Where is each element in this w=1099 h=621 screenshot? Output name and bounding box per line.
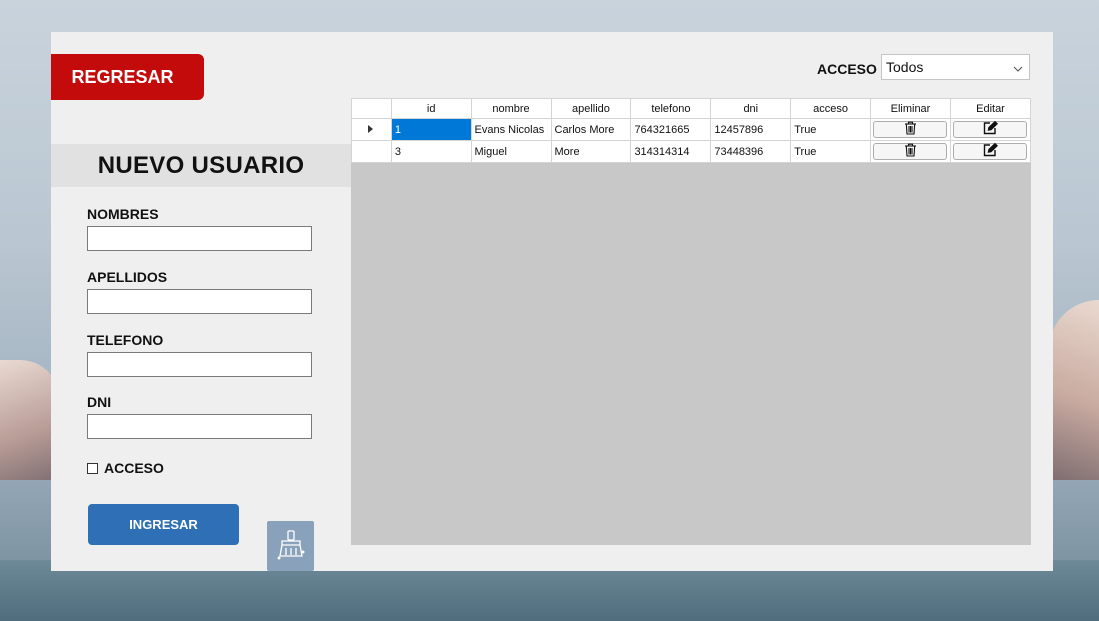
telefono-input[interactable] xyxy=(87,352,312,377)
cell-id[interactable]: 1 xyxy=(390,118,472,141)
cell-acceso[interactable]: True xyxy=(790,140,871,163)
column-header[interactable]: telefono xyxy=(630,98,712,119)
cell-eliminar xyxy=(870,118,951,141)
apellidos-label: APELLIDOS xyxy=(87,269,168,285)
acceso-filter-value: Todos xyxy=(886,59,924,75)
row-header-corner xyxy=(351,98,392,119)
form-title: NUEVO USUARIO xyxy=(97,151,305,179)
column-header[interactable]: Eliminar xyxy=(870,98,951,119)
acceso-filter-label: ACCESO xyxy=(817,61,877,77)
cell-dni[interactable]: 12457896 xyxy=(710,118,792,141)
acceso-checkbox-row[interactable]: ACCESO xyxy=(87,460,164,476)
edit-button[interactable] xyxy=(953,120,1028,138)
delete-button[interactable] xyxy=(873,143,948,160)
cell-nombre[interactable]: Miguel xyxy=(470,140,552,163)
clear-form-button[interactable] xyxy=(267,521,314,571)
table-row[interactable]: 1 Evans Nicolas Carlos More 764321665 12… xyxy=(351,118,1032,141)
cell-telefono[interactable]: 314314314 xyxy=(630,140,712,163)
column-header[interactable]: Editar xyxy=(949,98,1032,119)
cell-telefono[interactable]: 764321665 xyxy=(630,118,712,141)
acceso-filter-select[interactable]: Todos xyxy=(881,54,1030,80)
acceso-checkbox[interactable] xyxy=(87,462,98,474)
edit-button[interactable] xyxy=(953,142,1028,160)
dni-label: DNI xyxy=(87,394,112,410)
column-header[interactable]: id xyxy=(390,98,472,119)
table-row[interactable]: 3 Miguel More 314314314 73448396 True xyxy=(351,140,1032,163)
acceso-checkbox-label[interactable]: ACCESO xyxy=(104,460,164,476)
form-title-band: NUEVO USUARIO xyxy=(51,144,351,187)
trash-icon xyxy=(904,121,917,138)
nombres-input[interactable] xyxy=(87,226,312,251)
cell-id[interactable]: 3 xyxy=(390,140,472,163)
users-grid: id nombre apellido telefono dni acceso E… xyxy=(351,98,1032,545)
cell-acceso[interactable]: True xyxy=(790,118,871,141)
back-button[interactable]: REGRESAR xyxy=(51,54,204,100)
cell-apellido[interactable]: Carlos More xyxy=(550,118,632,141)
users-table: id nombre apellido telefono dni acceso E… xyxy=(351,98,1032,163)
column-header[interactable]: acceso xyxy=(790,98,871,119)
cell-eliminar xyxy=(870,140,951,163)
delete-button[interactable] xyxy=(873,121,948,138)
column-header[interactable]: apellido xyxy=(550,98,632,119)
dni-input[interactable] xyxy=(87,414,312,439)
row-header[interactable] xyxy=(351,140,392,163)
broom-icon xyxy=(277,529,305,563)
cell-nombre[interactable]: Evans Nicolas xyxy=(470,118,552,141)
apellidos-input[interactable] xyxy=(87,289,312,314)
cell-editar xyxy=(949,118,1032,141)
table-header-row: id nombre apellido telefono dni acceso E… xyxy=(351,98,1032,119)
column-header[interactable]: nombre xyxy=(470,98,552,119)
telefono-label: TELEFONO xyxy=(87,332,164,348)
background-dune-right xyxy=(1049,300,1099,480)
cell-dni[interactable]: 73448396 xyxy=(710,140,792,163)
cell-editar xyxy=(949,140,1032,163)
edit-icon xyxy=(983,120,998,138)
row-header-current[interactable] xyxy=(351,118,392,141)
ingresar-button[interactable]: INGRESAR xyxy=(88,504,239,545)
trash-icon xyxy=(904,143,917,160)
row-pointer-icon xyxy=(368,124,374,136)
column-header[interactable]: dni xyxy=(710,98,792,119)
nombres-label: NOMBRES xyxy=(87,206,159,222)
edit-icon xyxy=(983,142,998,160)
users-window: REGRESAR NUEVO USUARIO NOMBRES APELLIDOS… xyxy=(51,32,1053,571)
chevron-down-icon xyxy=(1013,59,1023,75)
cell-apellido[interactable]: More xyxy=(550,140,632,163)
